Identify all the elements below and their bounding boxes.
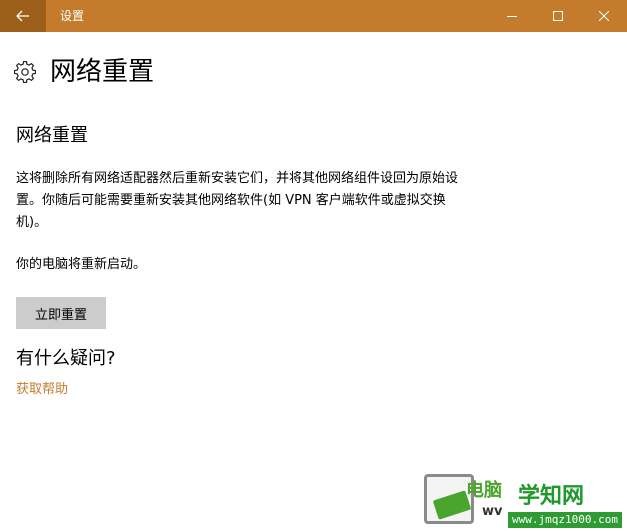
- watermark-prefix: wv: [482, 504, 503, 519]
- maximize-icon: [553, 11, 563, 21]
- description-text: 这将删除所有网络适配器然后重新安装它们，并将其他网络组件设回为原始设置。你随后可…: [16, 171, 459, 230]
- watermark-brand: 电脑: [466, 480, 502, 501]
- page-title: 网络重置: [50, 57, 155, 87]
- question-heading: 有什么疑问?: [16, 348, 116, 369]
- minimize-icon: [507, 16, 517, 17]
- minimize-button[interactable]: [489, 0, 535, 32]
- page-header: 网络重置: [14, 55, 154, 89]
- watermark: 电脑 学知网 wv www.jmqz1000.com: [420, 470, 627, 531]
- window-controls: [489, 0, 627, 32]
- close-icon: [599, 11, 609, 21]
- section-heading: 网络重置: [16, 125, 88, 146]
- title-bar: 设置: [0, 0, 627, 32]
- watermark-main-text: 学知网: [518, 484, 585, 509]
- back-button[interactable]: [0, 0, 46, 32]
- back-arrow-icon: [16, 10, 29, 22]
- window-title: 设置: [60, 9, 85, 23]
- watermark-url: www.jmqz1000.com: [508, 512, 622, 528]
- maximize-button[interactable]: [535, 0, 581, 32]
- restart-note: 你的电脑将重新启动。: [16, 257, 147, 272]
- settings-window: 设置 网络重置 网络重置 这将删除所有网络适配器然后重新安装它们，并将其他网络组…: [0, 0, 627, 531]
- reset-now-button[interactable]: 立即重置: [16, 297, 106, 329]
- get-help-link[interactable]: 获取帮助: [16, 380, 68, 400]
- close-button[interactable]: [581, 0, 627, 32]
- gear-icon: [14, 61, 36, 83]
